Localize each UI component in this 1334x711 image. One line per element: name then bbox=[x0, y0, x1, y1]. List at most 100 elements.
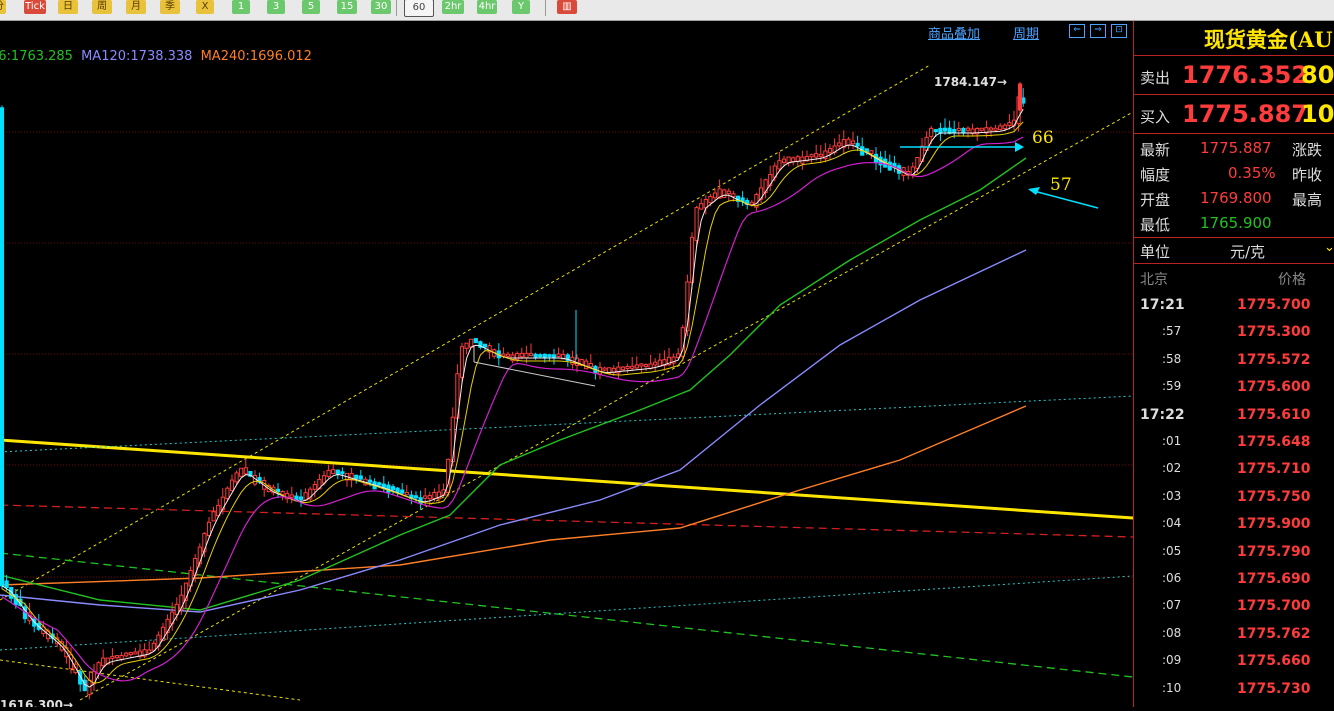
period-button-2[interactable]: 日 bbox=[58, 0, 78, 14]
tick-price-header: 价格 bbox=[1278, 272, 1306, 288]
period-button-4[interactable]: 月 bbox=[126, 0, 146, 14]
instrument-title: 现货黄金(AU bbox=[1204, 27, 1333, 52]
tick-row: 17:21 1775.700 bbox=[1134, 291, 1334, 318]
candle-body bbox=[326, 469, 331, 477]
candle-body bbox=[505, 353, 511, 357]
tick-price: 1775.700 bbox=[1237, 598, 1311, 615]
tick-time: :59 bbox=[1162, 379, 1182, 394]
candle-body bbox=[243, 467, 248, 475]
candlestick-chart[interactable]: 1784.147→ 1616.300→ 66 57 bbox=[0, 21, 1134, 711]
channel-upper-line bbox=[0, 64, 931, 601]
tick-price: 1775.700 bbox=[1237, 297, 1311, 313]
tick-row: :04 1775.900 bbox=[1134, 510, 1334, 537]
candle-body bbox=[331, 469, 336, 475]
candle-body bbox=[850, 140, 856, 145]
unit-dropdown-icon[interactable]: ⌄ bbox=[1324, 240, 1334, 255]
channel-lower-line bbox=[79, 111, 1134, 701]
candle-body bbox=[519, 352, 524, 358]
scroll-right-icon[interactable]: ⇒ bbox=[1090, 24, 1106, 38]
candle-body bbox=[225, 487, 230, 500]
ma66-line bbox=[0, 157, 1027, 611]
candle-body bbox=[0, 107, 5, 587]
open-label: 开盘 bbox=[1140, 191, 1171, 209]
period-button-11[interactable]: 30 bbox=[371, 0, 391, 14]
candle-body bbox=[390, 486, 396, 491]
unit-row: 单位 元/克 ⌄ bbox=[1134, 238, 1334, 264]
candle-body bbox=[712, 192, 718, 199]
period-toolbar: 分 Tick 日周月季 X 1 3 5 15 30 60 2hr 4hr Y ▥ bbox=[0, 0, 1334, 21]
period-button-8[interactable]: 3 bbox=[267, 0, 285, 14]
sell-price: 1776.352 bbox=[1182, 61, 1309, 89]
expand-icon[interactable]: ⊡ bbox=[1111, 24, 1127, 38]
period-button-6[interactable]: X bbox=[196, 0, 214, 14]
chart-canvas[interactable]: 1784.147→ 1616.300→ 66 57 bbox=[0, 21, 1134, 711]
period-button-0[interactable]: 分 bbox=[0, 0, 6, 14]
tick-row: :09 1775.660 bbox=[1134, 647, 1334, 674]
period-button-3[interactable]: 周 bbox=[92, 0, 112, 14]
candle-body bbox=[151, 642, 156, 651]
overlay-link[interactable]: 商品叠加 bbox=[928, 23, 980, 42]
period-button-1[interactable]: Tick bbox=[24, 0, 46, 14]
candle-body bbox=[699, 203, 704, 210]
candle-body bbox=[119, 655, 124, 660]
candle-body bbox=[4, 580, 9, 589]
tick-price: 1775.750 bbox=[1237, 488, 1311, 505]
period-button-16[interactable]: ▥ bbox=[557, 0, 577, 14]
ma-legend: 66:1763.285 MA120:1738.338 MA240:1696.01… bbox=[0, 49, 312, 64]
period-button-9[interactable]: 5 bbox=[302, 0, 320, 14]
candle-body bbox=[979, 127, 984, 131]
candle-body bbox=[694, 207, 699, 241]
open-value: 1769.800 bbox=[1200, 189, 1272, 207]
candle-body bbox=[1007, 122, 1012, 126]
ma120-value: MA120:1738.338 bbox=[81, 49, 193, 64]
candle-body bbox=[933, 129, 938, 133]
tick-time: :57 bbox=[1162, 324, 1182, 339]
candle-body bbox=[303, 492, 308, 501]
candle-body bbox=[432, 492, 437, 499]
candle-body bbox=[988, 127, 994, 131]
range-value: 0.35% bbox=[1228, 164, 1276, 182]
tick-row: :08 1775.762 bbox=[1134, 620, 1334, 647]
range-label: 幅度 bbox=[1140, 166, 1171, 184]
high-label: 最高 bbox=[1292, 191, 1323, 209]
candle-body bbox=[653, 361, 658, 366]
period-button-5[interactable]: 季 bbox=[160, 0, 180, 14]
period-button-15[interactable]: Y bbox=[512, 0, 530, 14]
period-button-7[interactable]: 1 bbox=[232, 0, 250, 14]
sell-volume: 800 bbox=[1301, 61, 1334, 89]
candle-body bbox=[952, 128, 957, 134]
candle-body bbox=[400, 489, 405, 494]
candle-body bbox=[377, 482, 382, 486]
period-button-14[interactable]: 4hr bbox=[477, 0, 497, 14]
period-button-10[interactable]: 15 bbox=[337, 0, 357, 14]
candle-body bbox=[942, 127, 948, 132]
candle-body bbox=[625, 365, 630, 369]
period-button-13[interactable]: 2hr bbox=[442, 0, 464, 14]
toolbar-separator bbox=[545, 0, 546, 16]
candle-body bbox=[993, 127, 998, 131]
candle-body bbox=[731, 193, 736, 198]
tick-price: 1775.600 bbox=[1237, 379, 1311, 396]
candle-body bbox=[837, 142, 842, 147]
candle-body bbox=[791, 157, 796, 163]
cyan-dotted-line-upper bbox=[0, 395, 1134, 453]
low-price-label: 1616.300→ bbox=[0, 698, 73, 707]
tick-time: 17:22 bbox=[1140, 406, 1185, 423]
tick-time: :10 bbox=[1162, 680, 1182, 695]
candle-body bbox=[630, 365, 635, 369]
tick-row: :07 1775.700 bbox=[1134, 592, 1334, 619]
candle-body bbox=[211, 511, 216, 522]
period-link[interactable]: 周期 bbox=[1013, 23, 1039, 42]
scroll-left-icon[interactable]: ⇐ bbox=[1069, 24, 1085, 38]
latest-label: 最新 bbox=[1140, 141, 1171, 159]
ma240-line bbox=[0, 405, 1027, 586]
candle-body bbox=[1017, 83, 1023, 111]
prev-close-label: 昨收 bbox=[1292, 166, 1323, 184]
tick-row: :58 1775.572 bbox=[1134, 346, 1334, 373]
tick-time: :05 bbox=[1162, 543, 1182, 558]
tick-time: :08 bbox=[1162, 625, 1182, 640]
period-button-12[interactable]: 60 bbox=[404, 0, 434, 17]
candle-body bbox=[335, 469, 340, 475]
candle-body bbox=[298, 496, 304, 500]
candle-body bbox=[551, 354, 557, 359]
